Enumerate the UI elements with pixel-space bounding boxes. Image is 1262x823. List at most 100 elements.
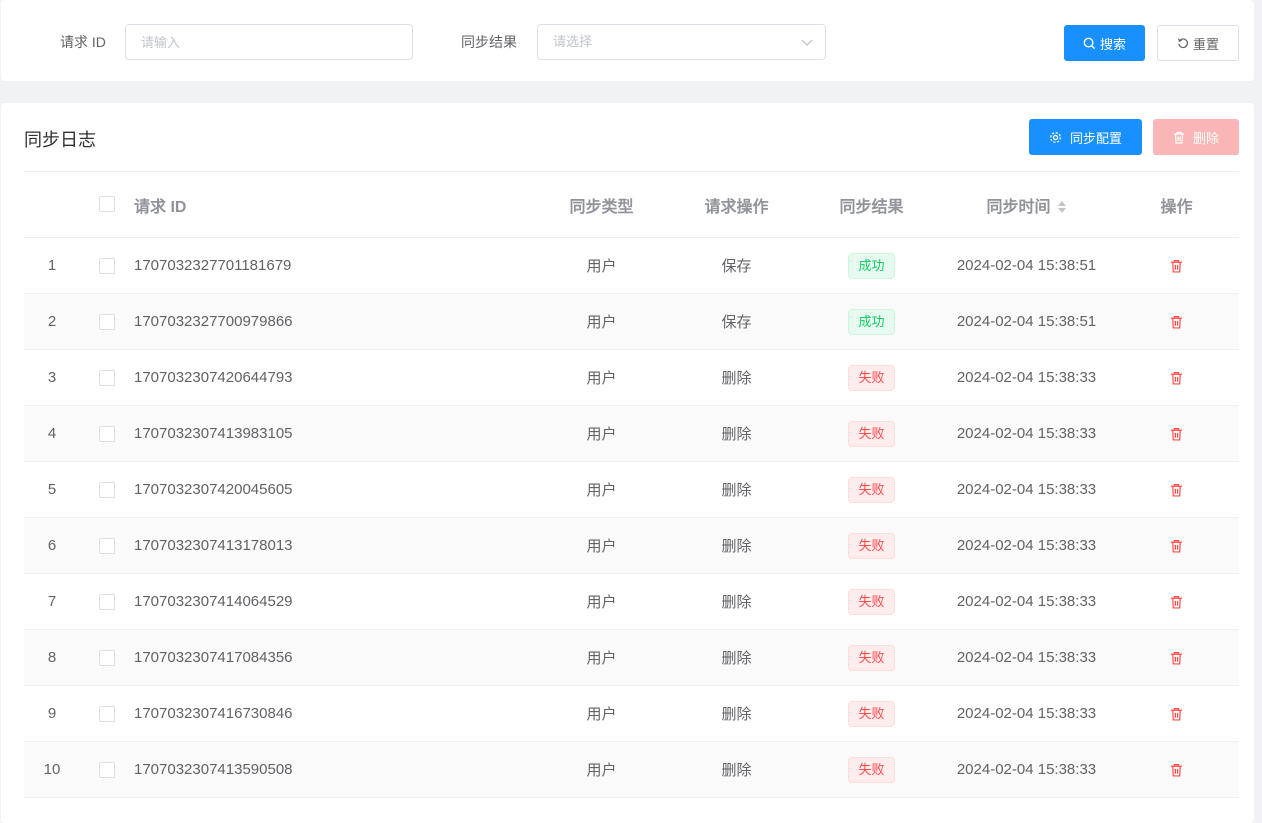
refresh-icon xyxy=(1177,38,1188,49)
row-checkbox[interactable] xyxy=(99,706,115,723)
trash-icon[interactable] xyxy=(1170,259,1183,273)
row-sync-result-cell: 失败 xyxy=(804,517,939,574)
row-request-id[interactable]: 1707032307417084356 xyxy=(134,629,534,686)
row-request-action: 删除 xyxy=(669,461,804,518)
request-id-input[interactable] xyxy=(125,24,413,60)
row-sync-result-cell: 失败 xyxy=(804,629,939,686)
status-badge: 失败 xyxy=(848,644,895,671)
row-request-id[interactable]: 1707032307413590508 xyxy=(134,741,534,798)
row-request-id[interactable]: 1707032307413983105 xyxy=(134,405,534,462)
row-sync-time: 2024-02-04 15:38:33 xyxy=(939,741,1114,798)
header-select-all[interactable] xyxy=(80,171,134,238)
row-select-cell xyxy=(80,461,134,518)
row-checkbox[interactable] xyxy=(99,650,115,667)
row-actions-cell xyxy=(1114,405,1239,462)
status-badge: 成功 xyxy=(848,308,895,335)
table-row: 4 1707032307413983105 用户 删除 失败 2024-02-04 15:… xyxy=(24,405,1239,462)
row-index: 8 xyxy=(24,629,80,686)
trash-icon[interactable] xyxy=(1170,315,1183,329)
row-checkbox[interactable] xyxy=(99,762,115,779)
row-sync-time: 2024-02-04 15:38:33 xyxy=(939,461,1114,518)
table-row: 8 1707032307417084356 用户 删除 失败 2024-02-04 15:… xyxy=(24,629,1239,686)
row-checkbox[interactable] xyxy=(99,538,115,555)
delete-button-label: 删除 xyxy=(1192,130,1219,146)
header-index xyxy=(24,171,80,238)
row-sync-time: 2024-02-04 15:38:33 xyxy=(939,349,1114,406)
trash-icon[interactable] xyxy=(1170,483,1183,497)
row-index: 2 xyxy=(24,293,80,350)
row-request-id[interactable]: 1707032307420045605 xyxy=(134,461,534,518)
row-select-cell xyxy=(80,629,134,686)
row-sync-time: 2024-02-04 15:38:51 xyxy=(939,293,1114,350)
row-index: 6 xyxy=(24,517,80,574)
row-request-id[interactable]: 1707032307420644793 xyxy=(134,349,534,406)
row-checkbox[interactable] xyxy=(99,426,115,443)
trash-icon[interactable] xyxy=(1170,651,1183,665)
trash-icon[interactable] xyxy=(1170,595,1183,609)
row-request-action: 删除 xyxy=(669,349,804,406)
status-badge: 失败 xyxy=(848,364,895,391)
table-header-row: 请求 ID 同步类型 请求操作 同步结果 同步时间 操作 xyxy=(24,171,1239,238)
row-sync-type: 用户 xyxy=(534,573,669,630)
sync-config-button[interactable]: 同步配置 xyxy=(1029,119,1142,155)
status-badge: 失败 xyxy=(848,532,895,559)
row-checkbox[interactable] xyxy=(99,314,115,331)
table-row: 10 1707032307413590508 用户 删除 失败 2024-02-04 15… xyxy=(24,741,1239,798)
row-sync-type: 用户 xyxy=(534,405,669,462)
row-checkbox[interactable] xyxy=(99,594,115,611)
header-sync-result: 同步结果 xyxy=(804,171,939,238)
sync-result-placeholder: 请选择 xyxy=(553,34,593,49)
trash-icon[interactable] xyxy=(1170,539,1183,553)
row-sync-result-cell: 成功 xyxy=(804,293,939,350)
row-request-action: 保存 xyxy=(669,293,804,350)
gear-icon xyxy=(1050,131,1061,143)
select-all-checkbox[interactable] xyxy=(99,196,115,213)
status-badge: 失败 xyxy=(848,700,895,727)
row-sync-type: 用户 xyxy=(534,237,669,294)
row-sync-time: 2024-02-04 15:38:51 xyxy=(939,237,1114,294)
search-form: 请求 ID 同步结果 请选择 搜索 重置 xyxy=(1,0,1254,81)
row-request-id: 1707032327701181679 xyxy=(134,237,534,294)
row-request-action: 删除 xyxy=(669,685,804,742)
sync-log-panel: 同步日志 同步配置 删除 请求 ID 同步类型 请求操作 同步结果 同步时间 操… xyxy=(1,103,1254,823)
row-checkbox[interactable] xyxy=(99,482,115,499)
row-sync-result-cell: 失败 xyxy=(804,685,939,742)
row-request-id[interactable]: 1707032307413178013 xyxy=(134,517,534,574)
row-actions-cell xyxy=(1114,349,1239,406)
row-checkbox[interactable] xyxy=(99,370,115,387)
row-request-id[interactable]: 1707032307416730846 xyxy=(134,685,534,742)
reset-button[interactable]: 重置 xyxy=(1157,25,1239,61)
header-request-action: 请求操作 xyxy=(669,171,804,238)
sync-result-select[interactable]: 请选择 xyxy=(537,24,826,60)
table-row: 6 1707032307413178013 用户 删除 失败 2024-02-04 15:… xyxy=(24,517,1239,574)
header-sync-type: 同步类型 xyxy=(534,171,669,238)
row-select-cell xyxy=(80,237,134,294)
row-select-cell xyxy=(80,517,134,574)
trash-icon[interactable] xyxy=(1170,371,1183,385)
status-badge: 成功 xyxy=(848,252,895,279)
row-actions-cell xyxy=(1114,573,1239,630)
row-checkbox[interactable] xyxy=(99,258,115,275)
sync-config-label: 同步配置 xyxy=(1069,130,1122,146)
header-request-id: 请求 ID xyxy=(134,171,534,238)
row-index: 9 xyxy=(24,685,80,742)
table-row: 5 1707032307420045605 用户 删除 失败 2024-02-04 15:… xyxy=(24,461,1239,518)
search-button[interactable]: 搜索 xyxy=(1064,25,1145,61)
row-select-cell xyxy=(80,293,134,350)
sort-icon[interactable] xyxy=(1057,199,1067,215)
row-request-id[interactable]: 1707032307414064529 xyxy=(134,573,534,630)
trash-icon[interactable] xyxy=(1170,763,1183,777)
table-row: 7 1707032307414064529 用户 删除 失败 2024-02-04 15:… xyxy=(24,573,1239,630)
row-actions-cell xyxy=(1114,685,1239,742)
row-select-cell xyxy=(80,573,134,630)
trash-icon[interactable] xyxy=(1170,707,1183,721)
row-sync-type: 用户 xyxy=(534,685,669,742)
status-badge: 失败 xyxy=(848,588,895,615)
row-sync-result-cell: 失败 xyxy=(804,573,939,630)
header-sync-time[interactable]: 同步时间 xyxy=(939,171,1114,238)
trash-icon[interactable] xyxy=(1170,427,1183,441)
row-select-cell xyxy=(80,405,134,462)
status-badge: 失败 xyxy=(848,476,895,503)
row-request-action: 删除 xyxy=(669,741,804,798)
delete-button[interactable]: 删除 xyxy=(1153,119,1239,155)
